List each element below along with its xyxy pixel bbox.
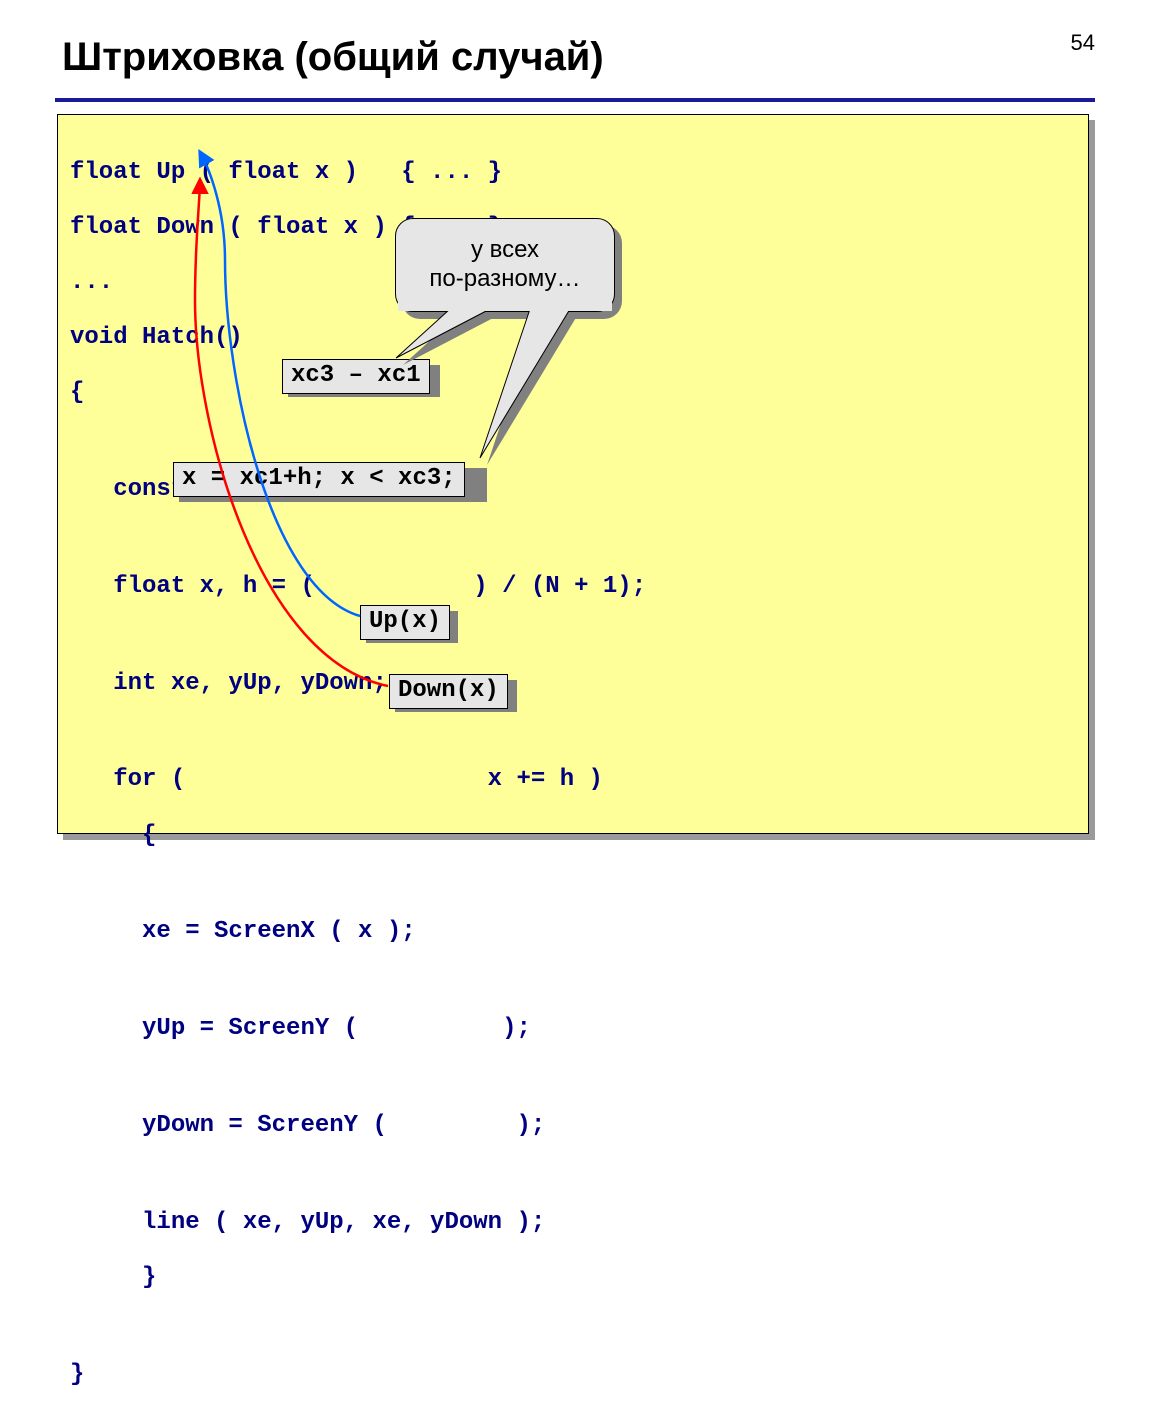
slide-title: Штриховка (общий случай) [62, 35, 604, 80]
code-line: float x, h = ( ) / (N + 1); [70, 573, 1076, 601]
page-number: 54 [1071, 30, 1095, 56]
code-line: line ( xe, yUp, xe, yDown ); [70, 1209, 1076, 1237]
speech-bubble: у всех по-разному… [395, 218, 615, 312]
chip-up: Up(x) [360, 605, 450, 640]
code-line: { [70, 379, 1076, 407]
code-line: xe = ScreenX ( x ); [70, 918, 1076, 946]
code-line: for ( x = xc1+h; x < xc3; x += h ) [70, 766, 1076, 794]
chip-down: Down(x) [389, 674, 508, 709]
code-line: yDown = ScreenY ( Down(x) ); [70, 1112, 1076, 1140]
code-line: { [70, 822, 1076, 850]
bubble-text: у всех по-разному… [429, 236, 580, 294]
code-line: float Up ( float x ) { ... } [70, 159, 1076, 187]
code-line: } [70, 1264, 1076, 1292]
chip-xc: xc3 – xc1 [282, 359, 430, 394]
chip-for-cond: x = xc1+h; x < xc3; [173, 462, 465, 497]
code-line: int xe, yUp, yDown; [70, 670, 1076, 698]
code-line: yUp = ScreenY ( Up(x) ); [70, 1015, 1076, 1043]
code-line: void Hatch() [70, 324, 1076, 352]
title-rule [55, 98, 1095, 102]
code-line: } [70, 1361, 1076, 1389]
